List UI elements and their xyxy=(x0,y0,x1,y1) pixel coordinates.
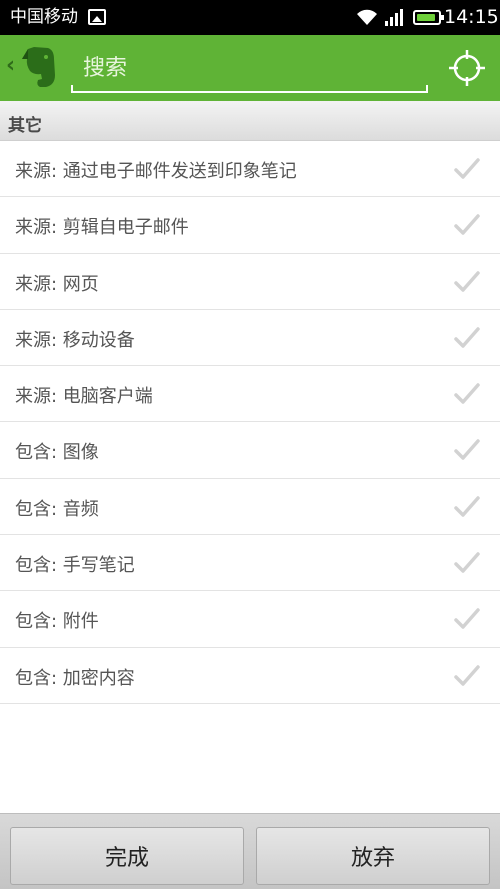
list-item[interactable]: 包含: 附件 xyxy=(0,591,500,648)
list-item[interactable]: 来源: 通过电子邮件发送到印象笔记 xyxy=(0,141,500,198)
filter-list: 来源: 通过电子邮件发送到印象笔记 来源: 剪辑自电子邮件 来源: 网页来源: 移动… xyxy=(0,141,500,704)
discard-button[interactable]: 放弃 xyxy=(256,827,490,885)
list-item-label: 包含: 加密内容 xyxy=(15,667,135,689)
search-header: ‹ xyxy=(0,35,500,101)
search-field[interactable] xyxy=(71,45,428,93)
list-item[interactable]: 包含: 图像 xyxy=(0,422,500,479)
status-bar: 中国移动 14:15 xyxy=(0,0,500,35)
list-item-label: 来源: 剪辑自电子邮件 xyxy=(15,217,189,239)
list-item-label: 来源: 电脑客户端 xyxy=(15,386,153,408)
list-item[interactable]: 来源: 移动设备 xyxy=(0,309,500,367)
list-item-label: 来源: 移动设备 xyxy=(15,329,135,351)
signal-icon xyxy=(385,9,403,26)
checkmark-icon[interactable] xyxy=(454,664,480,688)
carrier-name: 中国移动 xyxy=(10,7,78,27)
checkmark-icon[interactable] xyxy=(454,326,480,350)
crosshair-icon[interactable] xyxy=(448,49,486,87)
clock: 14:15 xyxy=(444,6,499,28)
image-icon xyxy=(88,9,106,25)
list-item-label: 包含: 手写笔记 xyxy=(15,555,135,577)
list-item[interactable]: 包含: 手写笔记 xyxy=(0,535,500,592)
checkmark-icon[interactable] xyxy=(454,438,480,462)
checkmark-icon[interactable] xyxy=(454,607,480,631)
list-item[interactable]: 包含: 加密内容 xyxy=(0,647,500,704)
done-button[interactable]: 完成 xyxy=(10,827,244,885)
section-header: 其它 xyxy=(0,101,500,141)
checkmark-icon[interactable] xyxy=(454,157,480,181)
checkmark-icon[interactable] xyxy=(454,382,480,406)
checkmark-icon[interactable] xyxy=(454,495,480,519)
list-item[interactable]: 来源: 电脑客户端 xyxy=(0,366,500,423)
evernote-elephant-icon[interactable] xyxy=(20,45,58,89)
bottom-action-bar: 完成 放弃 xyxy=(0,813,500,889)
list-item[interactable]: 来源: 剪辑自电子邮件 xyxy=(0,197,500,254)
search-input[interactable] xyxy=(83,53,413,83)
list-item[interactable]: 包含: 音频 xyxy=(0,478,500,536)
list-item-label: 包含: 音频 xyxy=(15,498,99,520)
battery-icon xyxy=(413,10,444,25)
list-item-label: 来源: 网页 xyxy=(15,273,99,295)
list-item[interactable]: 来源: 网页 xyxy=(0,253,500,310)
checkmark-icon[interactable] xyxy=(454,213,480,237)
list-item-label: 来源: 通过电子邮件发送到印象笔记 xyxy=(15,161,297,182)
battery-level xyxy=(417,14,435,21)
wifi-icon xyxy=(357,9,377,25)
checkmark-icon[interactable] xyxy=(454,270,480,294)
chevron-left-icon[interactable]: ‹ xyxy=(6,55,15,77)
section-title: 其它 xyxy=(8,116,42,136)
checkmark-icon[interactable] xyxy=(454,551,480,575)
list-item-label: 包含: 附件 xyxy=(15,611,99,633)
list-item-label: 包含: 图像 xyxy=(15,442,99,464)
